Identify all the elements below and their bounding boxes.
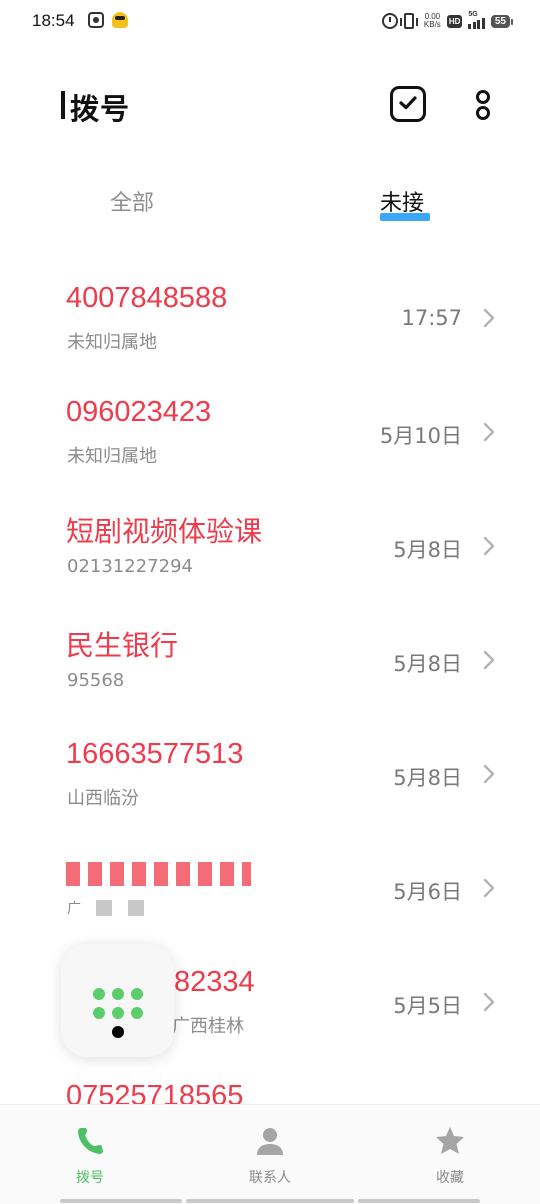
chevron-right-icon[interactable] xyxy=(482,763,496,785)
caller-name: 4007848588 xyxy=(66,282,228,314)
call-log-item[interactable]: 096023423 未知归属地 5月10日 xyxy=(0,374,540,488)
signal-label: 5G xyxy=(468,11,478,18)
active-tab-indicator xyxy=(380,213,430,221)
hd-voice-icon: HD xyxy=(446,14,463,28)
nav-dial-label: 拨号 xyxy=(76,1170,104,1186)
caller-location: 广 xyxy=(67,901,81,917)
call-filter-tabs: 全部 未接 xyxy=(0,175,540,235)
call-time: 17:57 xyxy=(401,306,462,330)
checkbox-icon xyxy=(399,96,417,110)
more-dot-icon xyxy=(476,90,490,104)
gesture-bar xyxy=(358,1199,480,1203)
nav-contacts-label: 联系人 xyxy=(249,1170,291,1186)
status-indicators: 0.00 KB/s HD 5G 55 xyxy=(381,11,514,30)
caller-name: 82334 xyxy=(174,966,255,998)
chevron-right-icon[interactable] xyxy=(482,991,496,1013)
redacted-block xyxy=(96,900,112,916)
network-speed-unit: KB/s xyxy=(423,20,441,29)
call-time: 5月10日 xyxy=(379,424,462,448)
battery-icon: 55 xyxy=(490,14,514,28)
caller-name: 16663577513 xyxy=(66,738,244,770)
alarm-icon xyxy=(381,13,398,29)
vibrate-icon xyxy=(399,13,418,29)
more-dot-icon xyxy=(476,106,490,120)
nav-favorites-label: 收藏 xyxy=(436,1170,464,1186)
caller-name: 07525718565 xyxy=(66,1080,244,1104)
page-title: 拨号 xyxy=(70,92,131,126)
gesture-bar xyxy=(60,1199,182,1203)
more-options-button[interactable] xyxy=(470,86,496,122)
star-icon xyxy=(436,1127,464,1154)
call-log-item[interactable]: 民生银行 95568 5月8日 xyxy=(0,602,540,716)
call-time: 5月8日 xyxy=(393,652,462,676)
caller-location: 广西桂林 xyxy=(172,1016,244,1037)
chevron-right-icon[interactable] xyxy=(482,649,496,671)
call-log-item[interactable]: 16663577513 山西临汾 5月8日 xyxy=(0,716,540,830)
dialpad-button[interactable] xyxy=(61,944,174,1057)
nav-contacts[interactable]: 联系人 xyxy=(180,1105,360,1204)
nav-favorites[interactable]: 收藏 xyxy=(360,1105,540,1204)
call-time: 5月6日 xyxy=(393,880,462,904)
call-log-item[interactable]: 短剧视频体验课 02131227294 5月8日 xyxy=(0,488,540,602)
call-log-item[interactable]: 07525718565 xyxy=(0,1058,540,1104)
caller-number: 02131227294 xyxy=(67,556,193,577)
chevron-right-icon[interactable] xyxy=(482,307,496,329)
title-caret xyxy=(61,91,65,119)
app-header: 拨号 xyxy=(0,70,540,142)
caller-name: 短剧视频体验课 xyxy=(66,515,263,548)
caller-location: 未知归属地 xyxy=(67,446,157,467)
call-log-item[interactable]: 4007848588 未知归属地 17:57 xyxy=(0,260,540,374)
chevron-right-icon[interactable] xyxy=(482,877,496,899)
chevron-right-icon[interactable] xyxy=(482,535,496,557)
status-time: 18:54 xyxy=(32,11,75,30)
tab-all[interactable]: 全部 xyxy=(110,185,154,217)
redacted-caller-name xyxy=(66,862,251,886)
notification-qq-icon xyxy=(112,12,128,28)
call-time: 5月8日 xyxy=(393,538,462,562)
person-icon xyxy=(257,1128,283,1155)
caller-location: 未知归属地 xyxy=(67,332,157,353)
nav-dial[interactable]: 拨号 xyxy=(0,1105,180,1204)
bottom-navigation: 拨号 联系人 收藏 xyxy=(0,1104,540,1204)
redacted-block xyxy=(128,900,144,916)
status-bar: 18:54 0.00 KB/s HD 5G 55 xyxy=(0,0,540,42)
call-time: 5月8日 xyxy=(393,766,462,790)
caller-number: 95568 xyxy=(67,670,125,691)
network-speed: 0.00 KB/s xyxy=(424,13,441,29)
call-time: 5月5日 xyxy=(393,994,462,1018)
multi-select-button[interactable] xyxy=(390,86,426,122)
notification-app-icon xyxy=(88,12,104,28)
chevron-right-icon[interactable] xyxy=(482,421,496,443)
caller-name: 民生银行 xyxy=(66,629,179,662)
signal-icon: 5G xyxy=(468,11,485,29)
caller-name: 096023423 xyxy=(66,396,212,428)
caller-location: 山西临汾 xyxy=(67,788,139,809)
gesture-bar xyxy=(186,1199,354,1203)
call-log-item[interactable]: 广 5月6日 xyxy=(0,830,540,944)
phone-icon xyxy=(78,1128,103,1154)
